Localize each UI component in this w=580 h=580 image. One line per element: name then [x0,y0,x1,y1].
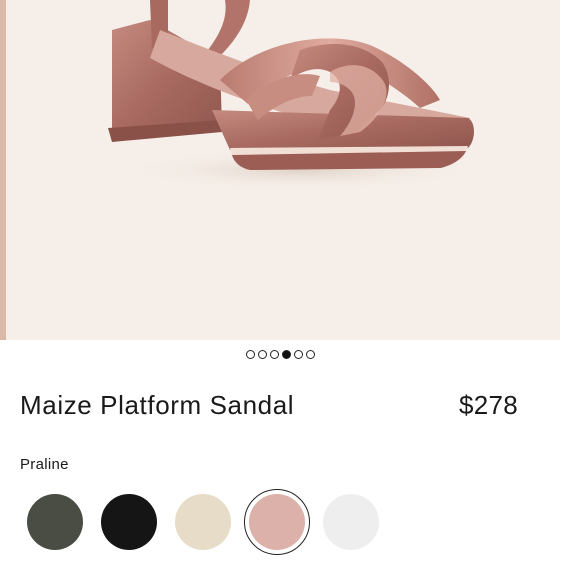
color-swatch-list [26,489,380,555]
carousel-dot[interactable] [269,350,279,359]
swatch-color-fill [249,494,305,550]
black-swatch[interactable] [100,493,158,551]
swatch-color-fill [101,494,157,550]
product-page: Maize Platform Sandal $278 Praline [0,0,580,580]
carousel-dot[interactable] [257,350,267,359]
swatch-color-fill [27,494,83,550]
carousel-dots [0,350,560,359]
praline-swatch[interactable] [244,489,310,555]
white-swatch[interactable] [322,493,380,551]
sandal-product-image [108,0,490,192]
swatch-color-fill [175,494,231,550]
product-name: Maize Platform Sandal [20,390,295,420]
swatch-color-fill [323,494,379,550]
olive-swatch[interactable] [26,493,84,551]
product-image-gallery[interactable] [0,0,560,340]
carousel-dot[interactable] [293,350,303,359]
carousel-dot[interactable] [281,350,291,359]
carousel-dot[interactable] [245,350,255,359]
product-price: $278 [458,390,518,420]
carousel-dot[interactable] [305,350,315,359]
cream-swatch[interactable] [174,493,232,551]
selected-color-label: Praline [20,456,69,473]
